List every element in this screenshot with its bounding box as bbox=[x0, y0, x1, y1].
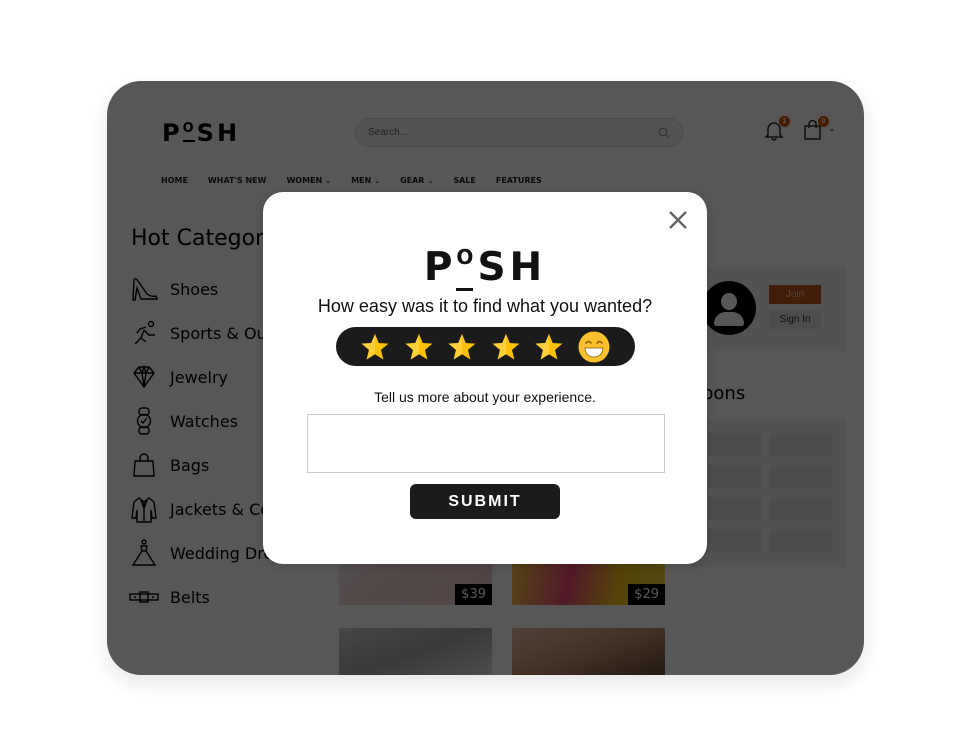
logo-letter: P bbox=[423, 245, 457, 290]
rating-question: How easy was it to find what you wanted? bbox=[317, 296, 653, 316]
feedback-prompt: Tell us more about your experience. bbox=[374, 389, 596, 405]
close-button[interactable] bbox=[666, 208, 690, 232]
modal-logo: POSH bbox=[263, 234, 707, 291]
logo-letter: SH bbox=[477, 245, 547, 290]
grinning-face-icon bbox=[578, 331, 609, 362]
logo-letter: O bbox=[456, 234, 477, 291]
star-icon[interactable] bbox=[534, 332, 564, 362]
star-icon[interactable] bbox=[491, 332, 521, 362]
feedback-textarea[interactable] bbox=[307, 414, 665, 473]
star-icon[interactable] bbox=[447, 332, 477, 362]
star-rating[interactable] bbox=[336, 327, 635, 366]
close-icon bbox=[669, 211, 687, 229]
feedback-modal: POSH How easy was it to find what you wa… bbox=[263, 192, 707, 564]
star-icon[interactable] bbox=[360, 332, 390, 362]
submit-button[interactable]: SUBMIT bbox=[410, 484, 560, 519]
star-icon[interactable] bbox=[404, 332, 434, 362]
